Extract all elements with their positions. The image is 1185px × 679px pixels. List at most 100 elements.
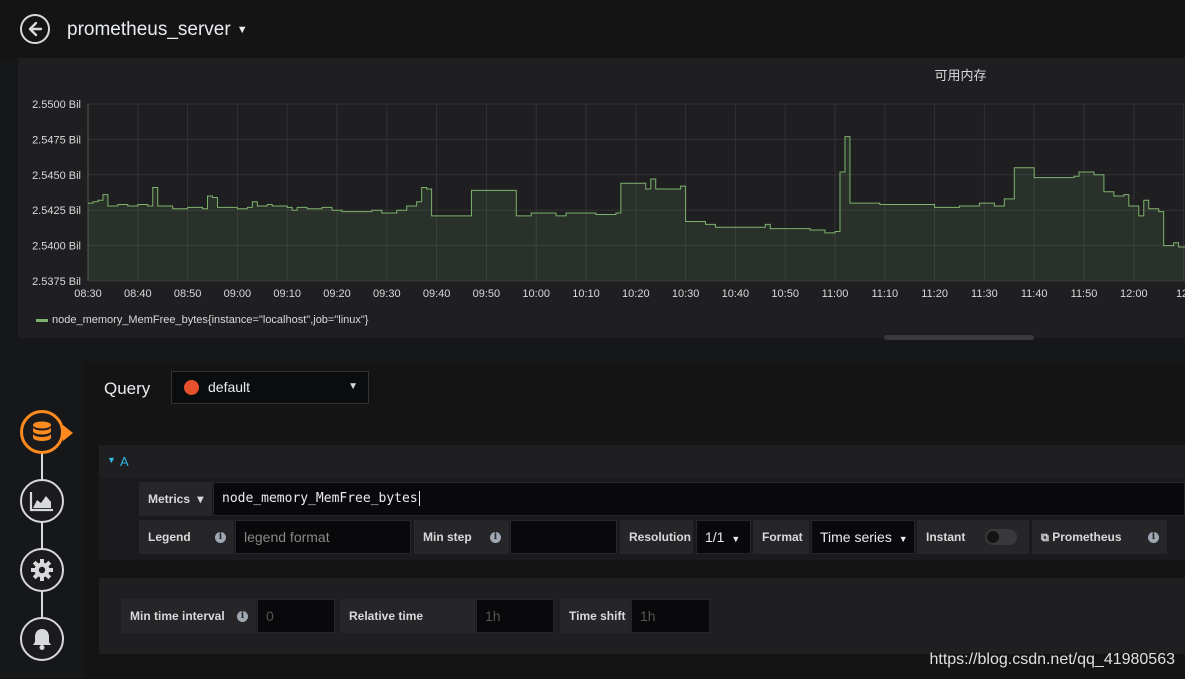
relative-time-label-box: Relative time xyxy=(340,599,475,633)
min-time-interval-placeholder: 0 xyxy=(266,608,274,624)
prometheus-icon xyxy=(184,380,199,395)
min-step-label: Min step xyxy=(423,530,472,544)
x-tick-label: 08:50 xyxy=(174,288,202,300)
metrics-label: Metrics xyxy=(148,492,191,506)
x-tick-label: 11:20 xyxy=(921,288,948,300)
toggle-knob xyxy=(987,531,999,543)
query-options: Min time interval i 0 Relative time 1h T… xyxy=(99,578,1185,654)
chart-area-icon xyxy=(29,492,53,512)
visualization-step[interactable] xyxy=(20,479,64,523)
queries-step[interactable] xyxy=(20,410,73,454)
instant-label-box: Instant xyxy=(917,520,1029,554)
top-bar: prometheus_server ▼ xyxy=(0,0,1185,58)
y-tick-label: 2.5375 Bil xyxy=(32,276,81,288)
database-icon xyxy=(33,421,51,441)
x-tick-label: 12: xyxy=(1176,288,1185,300)
back-button[interactable] xyxy=(20,14,50,44)
y-tick-label: 2.5475 Bil xyxy=(32,134,81,146)
format-label: Format xyxy=(762,530,803,544)
y-tick-label: 2.5400 Bil xyxy=(32,241,81,253)
horizontal-scrollbar[interactable] xyxy=(884,335,1034,340)
x-tick-label: 10:30 xyxy=(672,288,700,300)
caret-down-icon: ▼ xyxy=(236,24,248,36)
x-tick-label: 09:40 xyxy=(423,288,451,300)
min-step-input[interactable] xyxy=(510,520,617,554)
info-icon[interactable]: i xyxy=(490,532,501,543)
x-tick-label: 09:20 xyxy=(323,288,351,300)
time-shift-placeholder: 1h xyxy=(640,608,656,624)
series-area xyxy=(88,136,1185,281)
info-icon[interactable]: i xyxy=(237,611,248,622)
y-tick-label: 2.5425 Bil xyxy=(32,205,81,217)
min-step-label-box: Min step i xyxy=(414,520,509,554)
x-tick-label: 09:30 xyxy=(373,288,401,300)
arrow-left-icon xyxy=(28,21,43,37)
x-tick-label: 08:30 xyxy=(74,288,102,300)
datasource-select[interactable]: default ▼ xyxy=(171,371,369,404)
caret-down-icon: ▼ xyxy=(731,534,741,544)
time-series-chart[interactable]: 2.5500 Bil 2.5475 Bil 2.5450 Bil 2.5425 Bil… xyxy=(18,58,1185,338)
query-letter: A xyxy=(120,454,129,469)
resolution-value: 1/1 xyxy=(705,529,725,545)
caret-down-icon: ▼ xyxy=(898,534,908,544)
format-value: Time series xyxy=(820,529,892,545)
metrics-dropdown[interactable]: Metrics ▾ xyxy=(139,482,212,516)
x-tick-label: 11:40 xyxy=(1021,288,1048,300)
min-time-interval-label-box: Min time interval i xyxy=(121,599,256,633)
x-tick-label: 11:00 xyxy=(822,288,849,300)
x-tick-label: 09:10 xyxy=(273,288,301,300)
caret-down-icon: ▾ xyxy=(197,492,204,506)
x-tick-label: 10:00 xyxy=(522,288,550,300)
legend-format-input[interactable]: legend format xyxy=(235,520,411,554)
graph-panel: 可用内存 2.5500 Bil 2.5475 Bil 2.5450 Bil 2.542… xyxy=(18,58,1185,340)
instant-toggle[interactable] xyxy=(985,529,1017,545)
watermark: https://blog.csdn.net/qq_41980563 xyxy=(929,651,1175,668)
time-shift-label: Time shift xyxy=(569,609,626,623)
alert-step[interactable] xyxy=(20,617,64,661)
gear-icon xyxy=(31,559,53,581)
legend-label-box: Legend i xyxy=(139,520,234,554)
query-label: Query xyxy=(104,379,151,398)
datasource-name: default xyxy=(208,379,251,395)
info-icon[interactable]: i xyxy=(1148,532,1159,543)
x-tick-label: 10:50 xyxy=(771,288,799,300)
dashboard-title-text: prometheus_server xyxy=(67,19,231,40)
x-tick-label: 10:40 xyxy=(722,288,750,300)
legend-swatch xyxy=(36,318,48,322)
legend-label: node_memory_MemFree_bytes{instance="loca… xyxy=(52,314,369,326)
format-select[interactable]: Time series ▼ xyxy=(811,520,915,554)
resolution-select[interactable]: 1/1 ▼ xyxy=(696,520,751,554)
x-tick-label: 09:50 xyxy=(473,288,501,300)
prometheus-link[interactable]: Prometheus xyxy=(1052,530,1121,544)
y-tick-label: 2.5450 Bil xyxy=(32,170,81,182)
legend[interactable]: node_memory_MemFree_bytes{instance="loca… xyxy=(36,314,368,326)
relative-time-input[interactable]: 1h xyxy=(476,599,554,633)
resolution-label-box: Resolution xyxy=(620,520,693,554)
general-settings-step[interactable] xyxy=(20,548,64,592)
x-tick-label: 11:10 xyxy=(871,288,898,300)
info-icon[interactable]: i xyxy=(215,532,226,543)
text-cursor xyxy=(418,491,420,506)
query-row-header[interactable]: ▼ A xyxy=(99,445,1185,478)
query-editor: Query default ▼ ▼ A Metrics ▾ node_memor… xyxy=(84,363,1185,679)
y-tick-label: 2.5500 Bil xyxy=(32,99,81,111)
prometheus-link-box[interactable]: ⧉ Prometheus i xyxy=(1032,520,1167,554)
metrics-query-text: node_memory_MemFree_bytes xyxy=(222,491,418,506)
legend-field-label: Legend xyxy=(148,530,191,544)
resolution-label: Resolution xyxy=(629,530,691,544)
dashboard-title[interactable]: prometheus_server ▼ xyxy=(67,19,248,41)
time-shift-input[interactable]: 1h xyxy=(631,599,710,633)
x-tick-label: 10:10 xyxy=(572,288,600,300)
time-shift-label-box: Time shift xyxy=(560,599,630,633)
caret-down-icon: ▼ xyxy=(348,381,358,392)
min-time-interval-label: Min time interval xyxy=(130,609,225,623)
x-tick-label: 10:20 xyxy=(622,288,650,300)
metrics-input[interactable]: node_memory_MemFree_bytes xyxy=(213,482,1185,516)
min-time-interval-input[interactable]: 0 xyxy=(257,599,335,633)
x-tick-label: 11:30 xyxy=(971,288,998,300)
collapse-caret-icon: ▼ xyxy=(107,455,116,465)
instant-label: Instant xyxy=(926,530,966,544)
x-tick-label: 08:40 xyxy=(124,288,152,300)
legend-format-placeholder: legend format xyxy=(244,529,330,545)
external-link-icon: ⧉ xyxy=(1041,532,1049,544)
